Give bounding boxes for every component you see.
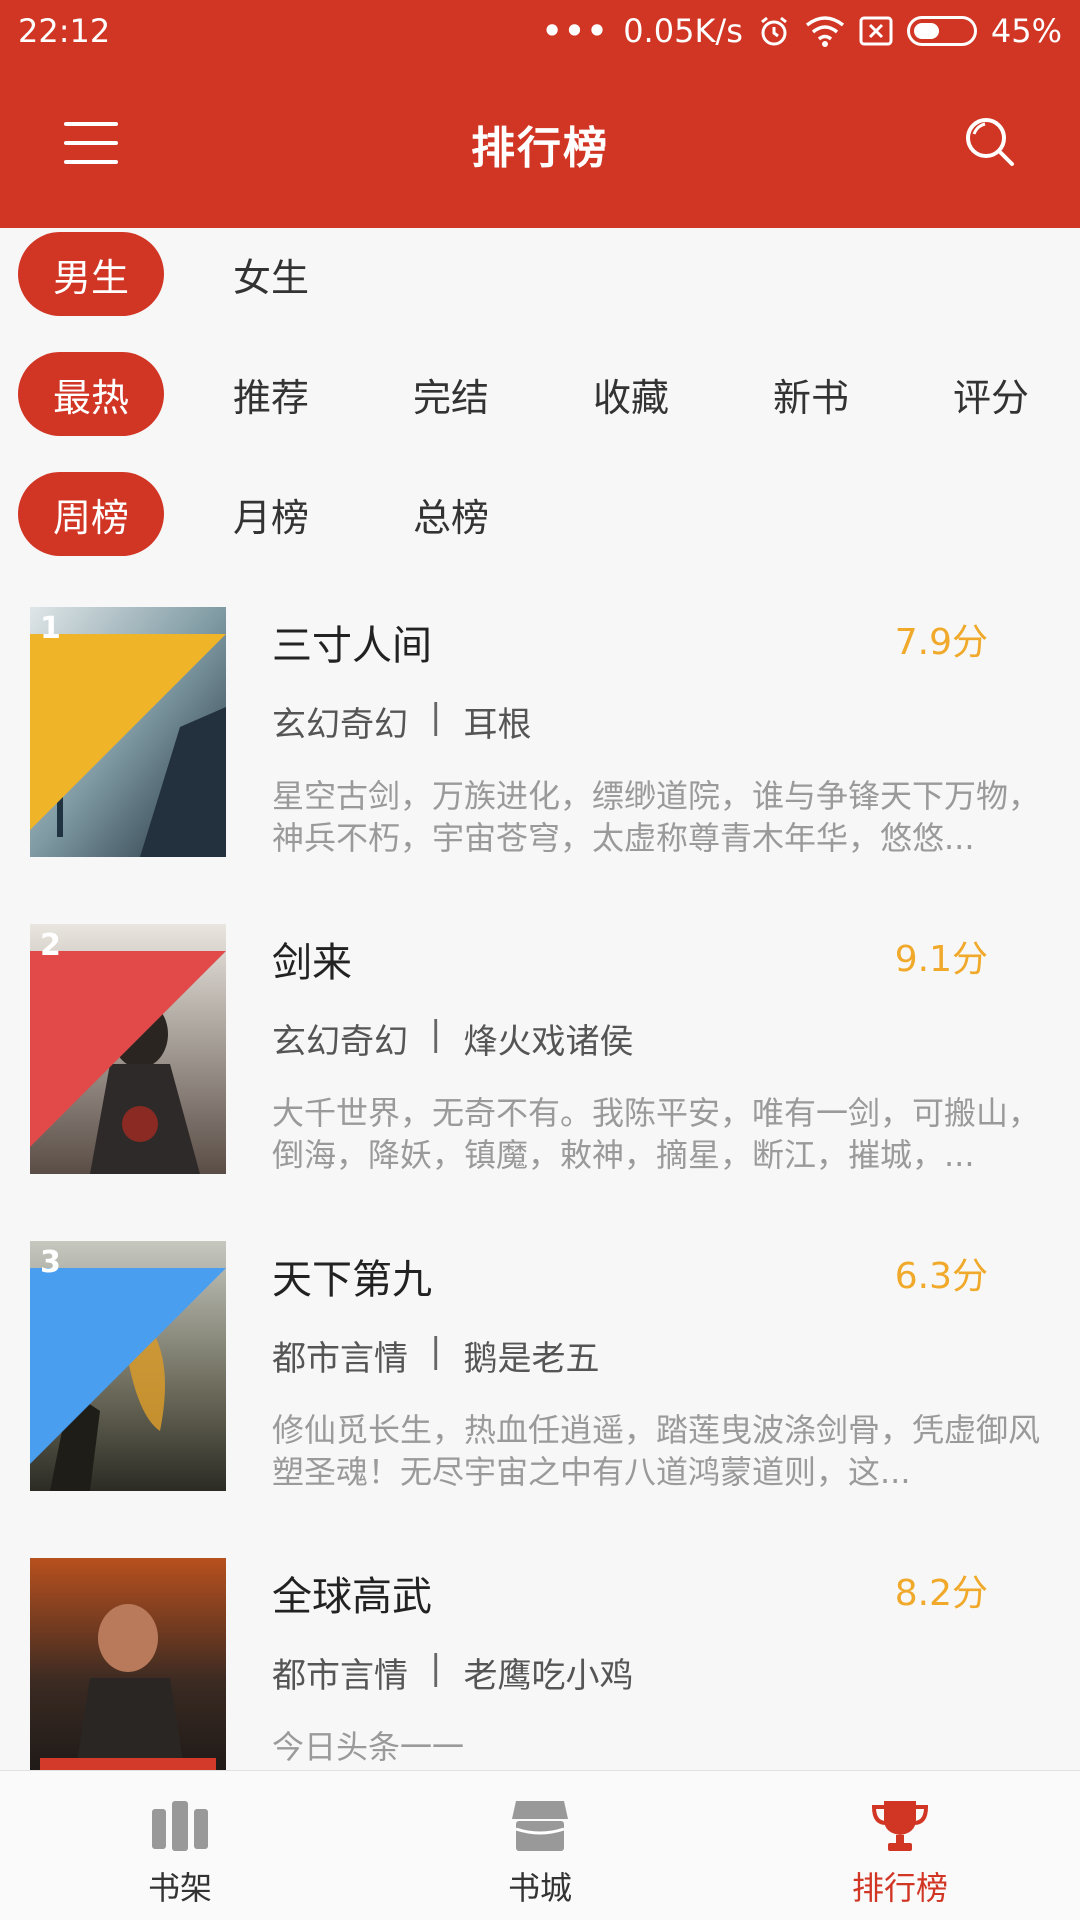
book-item[interactable]: 3 天下第九 6.3分 都市言情 | 鹅是老五 修仙觅长生，热血任逍遥，踏莲曳波… — [0, 1241, 1080, 1491]
book-score: 8.2分 — [894, 1573, 988, 1614]
status-time: 22:12 — [18, 12, 111, 50]
book-author[interactable]: 老鹰吃小鸡 — [463, 1648, 633, 1697]
nav-label: 排行榜 — [851, 1869, 948, 1907]
divider: | — [430, 1648, 442, 1688]
chip-completed[interactable]: 完结 — [378, 352, 524, 436]
chip-male[interactable]: 男生 — [18, 232, 164, 316]
rank-number: 3 — [40, 1245, 61, 1280]
rank-number: 2 — [40, 928, 61, 963]
book-author[interactable]: 鹅是老五 — [463, 1331, 599, 1380]
chip-recommended[interactable]: 推荐 — [198, 352, 344, 436]
chip-new-books[interactable]: 新书 — [738, 352, 884, 436]
nav-store[interactable]: 书城 — [360, 1771, 720, 1920]
alarm-icon — [760, 16, 787, 46]
battery-icon — [906, 16, 977, 46]
trophy-icon — [871, 1801, 929, 1851]
book-cover[interactable]: 1 — [30, 607, 226, 857]
book-category: 都市言情 — [272, 1656, 408, 1696]
wifi-icon — [805, 16, 844, 47]
book-category: 玄幻奇幻 — [272, 705, 408, 745]
network-speed: 0.05K/s — [623, 12, 743, 50]
chip-favorites[interactable]: 收藏 — [558, 352, 704, 436]
book-meta: 玄幻奇幻 | 烽火戏诸侯 — [272, 1014, 633, 1063]
more-dots-icon: ••• — [541, 12, 610, 50]
chip-weekly[interactable]: 周榜 — [18, 472, 164, 556]
battery-percent: 45% — [990, 12, 1062, 50]
book-score: 9.1分 — [894, 939, 988, 980]
type-filter: 最热 推荐 完结 收藏 新书 评分 — [0, 352, 1080, 436]
nav-bookshelf[interactable]: 书架 — [0, 1771, 360, 1920]
bottom-nav: 书架 书城 排行榜 — [0, 1770, 1080, 1920]
book-author[interactable]: 耳根 — [463, 697, 531, 746]
divider: | — [430, 1331, 442, 1371]
book-title[interactable]: 三寸人间 — [272, 613, 432, 671]
book-meta: 都市言情 | 鹅是老五 — [272, 1331, 599, 1380]
header: 22:12 ••• 0.05K/s 45% 排行榜 — [0, 0, 1080, 228]
status-icons: ••• 0.05K/s 45% — [542, 12, 1062, 50]
period-filter: 周榜 月榜 总榜 — [0, 472, 1080, 556]
book-title[interactable]: 剑来 — [272, 930, 352, 988]
book-title[interactable]: 全球高武 — [272, 1564, 432, 1622]
book-item[interactable]: 全球高武 8.2分 都市言情 | 老鹰吃小鸡 今日头条一一 — [0, 1558, 1080, 1770]
book-description: 修仙觅长生，热血任逍遥，踏莲曳波涤剑骨，凭虚御风塑圣魂！无尽宇宙之中有八道鸿蒙道… — [272, 1411, 1041, 1491]
book-description: 今日头条一一 — [272, 1728, 465, 1766]
book-cover[interactable]: 3 — [30, 1241, 226, 1491]
book-cover[interactable]: 来 2 — [30, 924, 226, 1174]
nav-label: 书架 — [147, 1869, 212, 1907]
book-category: 玄幻奇幻 — [272, 1022, 408, 1062]
sim-off-icon — [859, 16, 893, 46]
chip-all-time[interactable]: 总榜 — [378, 472, 524, 556]
book-meta: 玄幻奇幻 | 耳根 — [272, 697, 531, 746]
search-icon[interactable] — [960, 112, 1020, 172]
rank-number: 1 — [40, 611, 61, 646]
app-bar: 排行榜 — [0, 62, 1080, 228]
book-description: 星空古剑，万族进化，缥缈道院，谁与争锋天下万物，神兵不朽，宇宙苍穹，太虚称尊青木… — [272, 777, 1041, 857]
gender-filter: 男生 女生 — [0, 232, 1080, 316]
bookshelf-icon — [152, 1801, 208, 1851]
book-meta: 都市言情 | 老鹰吃小鸡 — [272, 1648, 633, 1697]
book-author[interactable]: 烽火戏诸侯 — [463, 1014, 633, 1063]
nav-label: 书城 — [507, 1869, 572, 1907]
chip-monthly[interactable]: 月榜 — [198, 472, 344, 556]
book-description: 大千世界，无奇不有。我陈平安，唯有一剑，可搬山，倒海，降妖，镇魔，敕神，摘星，断… — [272, 1094, 1041, 1174]
status-bar: 22:12 ••• 0.05K/s 45% — [0, 0, 1080, 62]
chip-hottest[interactable]: 最热 — [18, 352, 164, 436]
book-score: 7.9分 — [894, 622, 988, 663]
divider: | — [430, 1014, 442, 1054]
book-category: 都市言情 — [272, 1339, 408, 1379]
page-title: 排行榜 — [471, 123, 609, 174]
book-item[interactable]: 来 2 剑来 9.1分 玄幻奇幻 | 烽火戏诸侯 大千世界，无奇不有。我陈平安，… — [0, 924, 1080, 1174]
chip-rating[interactable]: 评分 — [918, 352, 1064, 436]
book-cover[interactable] — [30, 1558, 226, 1770]
store-icon — [512, 1801, 568, 1851]
book-title[interactable]: 天下第九 — [272, 1247, 432, 1305]
chip-female[interactable]: 女生 — [198, 232, 344, 316]
nav-ranking[interactable]: 排行榜 — [720, 1771, 1080, 1920]
book-score: 6.3分 — [894, 1256, 988, 1297]
divider: | — [430, 697, 442, 737]
book-item[interactable]: 1 三寸人间 7.9分 玄幻奇幻 | 耳根 星空古剑，万族进化，缥缈道院，谁与争… — [0, 607, 1080, 857]
